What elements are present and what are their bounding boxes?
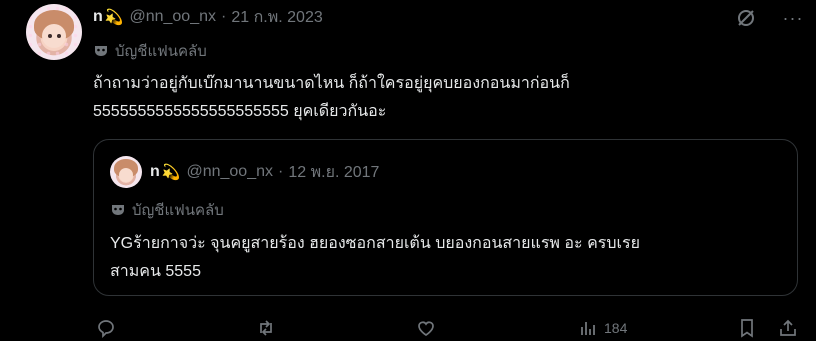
more-icon[interactable]: ··· bbox=[781, 6, 805, 30]
mask-icon bbox=[112, 205, 124, 215]
bookmark-icon bbox=[741, 319, 753, 338]
handle[interactable]: @nn_oo_nx bbox=[129, 8, 216, 26]
bookmark-button[interactable] bbox=[737, 318, 757, 338]
quoted-handle: @nn_oo_nx bbox=[186, 163, 273, 180]
tweet-header: n 💫 @nn_oo_nx · 21 ก.พ. 2023 bbox=[93, 6, 323, 28]
views-icon bbox=[581, 322, 595, 335]
quoted-header: n 💫 @nn_oo_nx · 12 พ.ย. 2017 bbox=[150, 162, 379, 182]
quoted-text-line: สามคน 5555 bbox=[110, 263, 201, 280]
quoted-fan-account-label: บัญชีแฟนคลับ bbox=[110, 198, 224, 222]
tweet-text: ถ้าถามว่าอยู่กับเบ๊กมานานขนาดไหน ก็ถ้าใค… bbox=[93, 70, 793, 126]
like-button[interactable] bbox=[416, 318, 436, 338]
quoted-name-emoji: 💫 bbox=[161, 164, 181, 181]
avatar[interactable] bbox=[26, 4, 82, 60]
mask-icon bbox=[95, 46, 107, 56]
quoted-display-name: n bbox=[150, 163, 160, 180]
display-name[interactable]: n bbox=[93, 8, 103, 26]
timestamp[interactable]: 21 ก.พ. 2023 bbox=[231, 5, 322, 30]
name-emoji: 💫 bbox=[104, 9, 124, 26]
views-button[interactable]: 184 bbox=[578, 318, 627, 338]
fan-account-text: บัญชีแฟนคลับ bbox=[115, 43, 207, 60]
avatar-eye bbox=[48, 34, 52, 38]
quoted-fan-account-text: บัญชีแฟนคลับ bbox=[132, 202, 224, 219]
tweet-text-line: ถ้าถามว่าอยู่กับเบ๊กมานานขนาดไหน ก็ถ้าใค… bbox=[93, 75, 570, 92]
share-button[interactable] bbox=[778, 318, 798, 338]
retweet-button[interactable] bbox=[256, 318, 276, 338]
quoted-text-line: YGร้ายกาจว่ะ จุนคยูสายร้อง ฮยองซอกสายเต้… bbox=[110, 235, 640, 252]
reply-icon bbox=[98, 320, 114, 338]
views-count: 184 bbox=[604, 320, 628, 336]
separator: · bbox=[221, 8, 227, 25]
quoted-avatar-face bbox=[119, 168, 133, 182]
tweet-text-line: 5555555555555555555555 ยุคเดียวกันอะ bbox=[93, 103, 387, 120]
like-icon bbox=[418, 321, 434, 336]
grok-icon[interactable] bbox=[734, 6, 758, 30]
quoted-timestamp: 12 พ.ย. 2017 bbox=[288, 163, 380, 181]
quoted-avatar bbox=[110, 156, 142, 188]
avatar-face bbox=[42, 24, 66, 48]
retweet-icon bbox=[260, 320, 272, 336]
quoted-text: YGร้ายกาจว่ะ จุนคยูสายร้อง ฮยองซอกสายเต้… bbox=[110, 230, 780, 286]
reply-button[interactable] bbox=[96, 318, 116, 338]
fan-account-label: บัญชีแฟนคลับ bbox=[93, 39, 207, 63]
action-bar: 184 bbox=[0, 316, 816, 340]
share-icon bbox=[780, 319, 796, 336]
quoted-separator: · bbox=[278, 163, 284, 180]
avatar-eye bbox=[57, 34, 61, 38]
